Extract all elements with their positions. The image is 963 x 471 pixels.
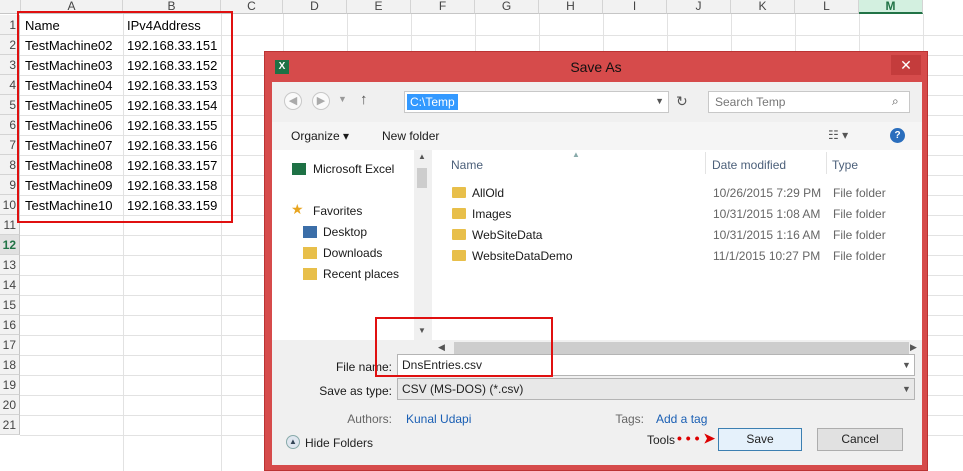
- hide-folders-button[interactable]: Hide Folders: [305, 436, 373, 450]
- folder-icon: [452, 250, 466, 261]
- help-icon[interactable]: ?: [890, 128, 905, 143]
- file-date: 11/1/2015 10:27 PM: [713, 249, 821, 263]
- sort-up-icon: ▲: [572, 150, 580, 159]
- row-header[interactable]: 17: [0, 335, 20, 355]
- file-type: File folder: [833, 207, 886, 221]
- folder-icon: [452, 187, 466, 198]
- highlight-box: [17, 11, 233, 223]
- excel-icon: [292, 163, 306, 175]
- col-header-e[interactable]: E: [347, 0, 411, 14]
- folder-icon: [452, 208, 466, 219]
- col-name[interactable]: Name: [451, 158, 483, 172]
- chevron-down-icon[interactable]: ▼: [902, 360, 911, 370]
- file-type: File folder: [833, 186, 886, 200]
- refresh-icon[interactable]: ↻: [676, 93, 688, 110]
- tools-button[interactable]: Tools: [647, 433, 675, 447]
- col-header-l[interactable]: L: [795, 0, 859, 14]
- file-row[interactable]: Images 10/31/2015 1:08 AM File folder: [432, 204, 922, 224]
- nav-downloads[interactable]: Downloads: [323, 246, 382, 260]
- col-date-modified[interactable]: Date modified: [712, 158, 786, 172]
- desktop-icon: [303, 226, 317, 238]
- col-header-m[interactable]: M: [859, 0, 923, 14]
- file-row[interactable]: WebSiteData 10/31/2015 1:16 AM File folder: [432, 225, 922, 245]
- row-header[interactable]: 13: [0, 255, 20, 275]
- cancel-button[interactable]: Cancel: [817, 428, 903, 451]
- row-header[interactable]: 15: [0, 295, 20, 315]
- scroll-right-icon[interactable]: ▶: [910, 342, 917, 353]
- search-icon[interactable]: ⌕: [892, 94, 899, 109]
- col-divider: [826, 152, 827, 174]
- nav-desktop[interactable]: Desktop: [323, 225, 367, 239]
- organize-button[interactable]: Organize ▾: [291, 129, 349, 143]
- nav-scrollbar[interactable]: ▲ ▼: [414, 150, 430, 340]
- file-date: 10/26/2015 7:29 PM: [713, 186, 822, 200]
- file-type: File folder: [833, 228, 886, 242]
- dialog-body: ◀ ▶ ▼ ↑ C:\Temp ▼ ↻ Search Temp ⌕ Organi…: [272, 82, 922, 465]
- arrow-annotation: • • • ➤: [677, 430, 716, 446]
- hide-folders-icon[interactable]: ▲: [286, 435, 300, 449]
- scroll-up-icon[interactable]: ▲: [418, 152, 426, 161]
- close-button[interactable]: ✕: [891, 55, 921, 75]
- command-bar: Organize ▾ New folder ☷ ▾ ?: [272, 122, 922, 150]
- up-icon[interactable]: ↑: [360, 91, 368, 108]
- col-header-h[interactable]: H: [539, 0, 603, 14]
- col-header-g[interactable]: G: [475, 0, 539, 14]
- view-options-icon[interactable]: ☷ ▾: [828, 128, 848, 142]
- back-icon[interactable]: ◀: [284, 92, 302, 110]
- row-header[interactable]: 19: [0, 375, 20, 395]
- col-header-d[interactable]: D: [283, 0, 347, 14]
- downloads-icon: [303, 247, 317, 259]
- col-header-f[interactable]: F: [411, 0, 475, 14]
- recent-dropdown-icon[interactable]: ▼: [338, 94, 347, 104]
- file-type: File folder: [833, 249, 886, 263]
- authors-label: Authors:: [347, 412, 392, 426]
- file-name: AllOld: [472, 186, 505, 200]
- star-icon: ★: [291, 201, 304, 217]
- file-name: WebSiteData: [472, 228, 543, 242]
- row-header[interactable]: 16: [0, 315, 20, 335]
- save-as-dialog: X Save As ✕ ◀ ▶ ▼ ↑ C:\Temp ▼ ↻ Search T…: [264, 51, 928, 471]
- row-header[interactable]: 20: [0, 395, 20, 415]
- col-header-j[interactable]: J: [667, 0, 731, 14]
- recent-places-icon: [303, 268, 317, 280]
- save-button[interactable]: Save: [718, 428, 802, 451]
- file-row[interactable]: WebsiteDataDemo 11/1/2015 10:27 PM File fo…: [432, 246, 922, 266]
- file-name: Images: [472, 207, 512, 221]
- row-header[interactable]: 18: [0, 355, 20, 375]
- save-as-type-select[interactable]: CSV (MS-DOS) (*.csv): [397, 378, 915, 400]
- row-header[interactable]: 14: [0, 275, 20, 295]
- nav-microsoft-excel[interactable]: Microsoft Excel: [313, 162, 394, 176]
- row-header[interactable]: 21: [0, 415, 20, 435]
- address-text[interactable]: C:\Temp: [407, 94, 458, 110]
- dialog-title: Save As: [570, 59, 622, 75]
- file-date: 10/31/2015 1:08 AM: [713, 207, 821, 221]
- forward-icon[interactable]: ▶: [312, 92, 330, 110]
- col-type[interactable]: Type: [832, 158, 858, 172]
- tags-label: Tags:: [615, 412, 644, 426]
- col-header-i[interactable]: I: [603, 0, 667, 14]
- file-date: 10/31/2015 1:16 AM: [713, 228, 821, 242]
- nav-favorites[interactable]: Favorites: [313, 204, 362, 218]
- col-header-k[interactable]: K: [731, 0, 795, 14]
- file-name: WebsiteDataDemo: [472, 249, 573, 263]
- search-input[interactable]: Search Temp: [708, 91, 910, 113]
- file-row[interactable]: AllOld 10/26/2015 7:29 PM File folder: [432, 183, 922, 203]
- col-divider: [705, 152, 706, 174]
- new-folder-button[interactable]: New folder: [382, 129, 439, 143]
- nav-recent-places[interactable]: Recent places: [323, 267, 399, 281]
- folder-icon: [452, 229, 466, 240]
- chevron-down-icon[interactable]: ▼: [902, 384, 911, 394]
- address-bar[interactable]: C:\Temp ▼: [404, 91, 669, 113]
- tags-value[interactable]: Add a tag: [656, 412, 707, 426]
- authors-value[interactable]: Kunal Udapi: [406, 412, 471, 426]
- scroll-thumb[interactable]: [417, 168, 427, 188]
- highlight-box: [375, 317, 553, 377]
- file-list: Name ▲ Date modified Type AllOld 10/26/20…: [432, 150, 922, 340]
- title-bar[interactable]: X Save As ✕: [265, 52, 927, 82]
- save-as-type-label: Save as type:: [319, 384, 392, 398]
- chevron-down-icon[interactable]: ▼: [655, 96, 664, 106]
- navigation-pane: Microsoft Excel ★ Favorites Desktop Down…: [272, 150, 430, 340]
- row-header[interactable]: 12: [0, 235, 20, 255]
